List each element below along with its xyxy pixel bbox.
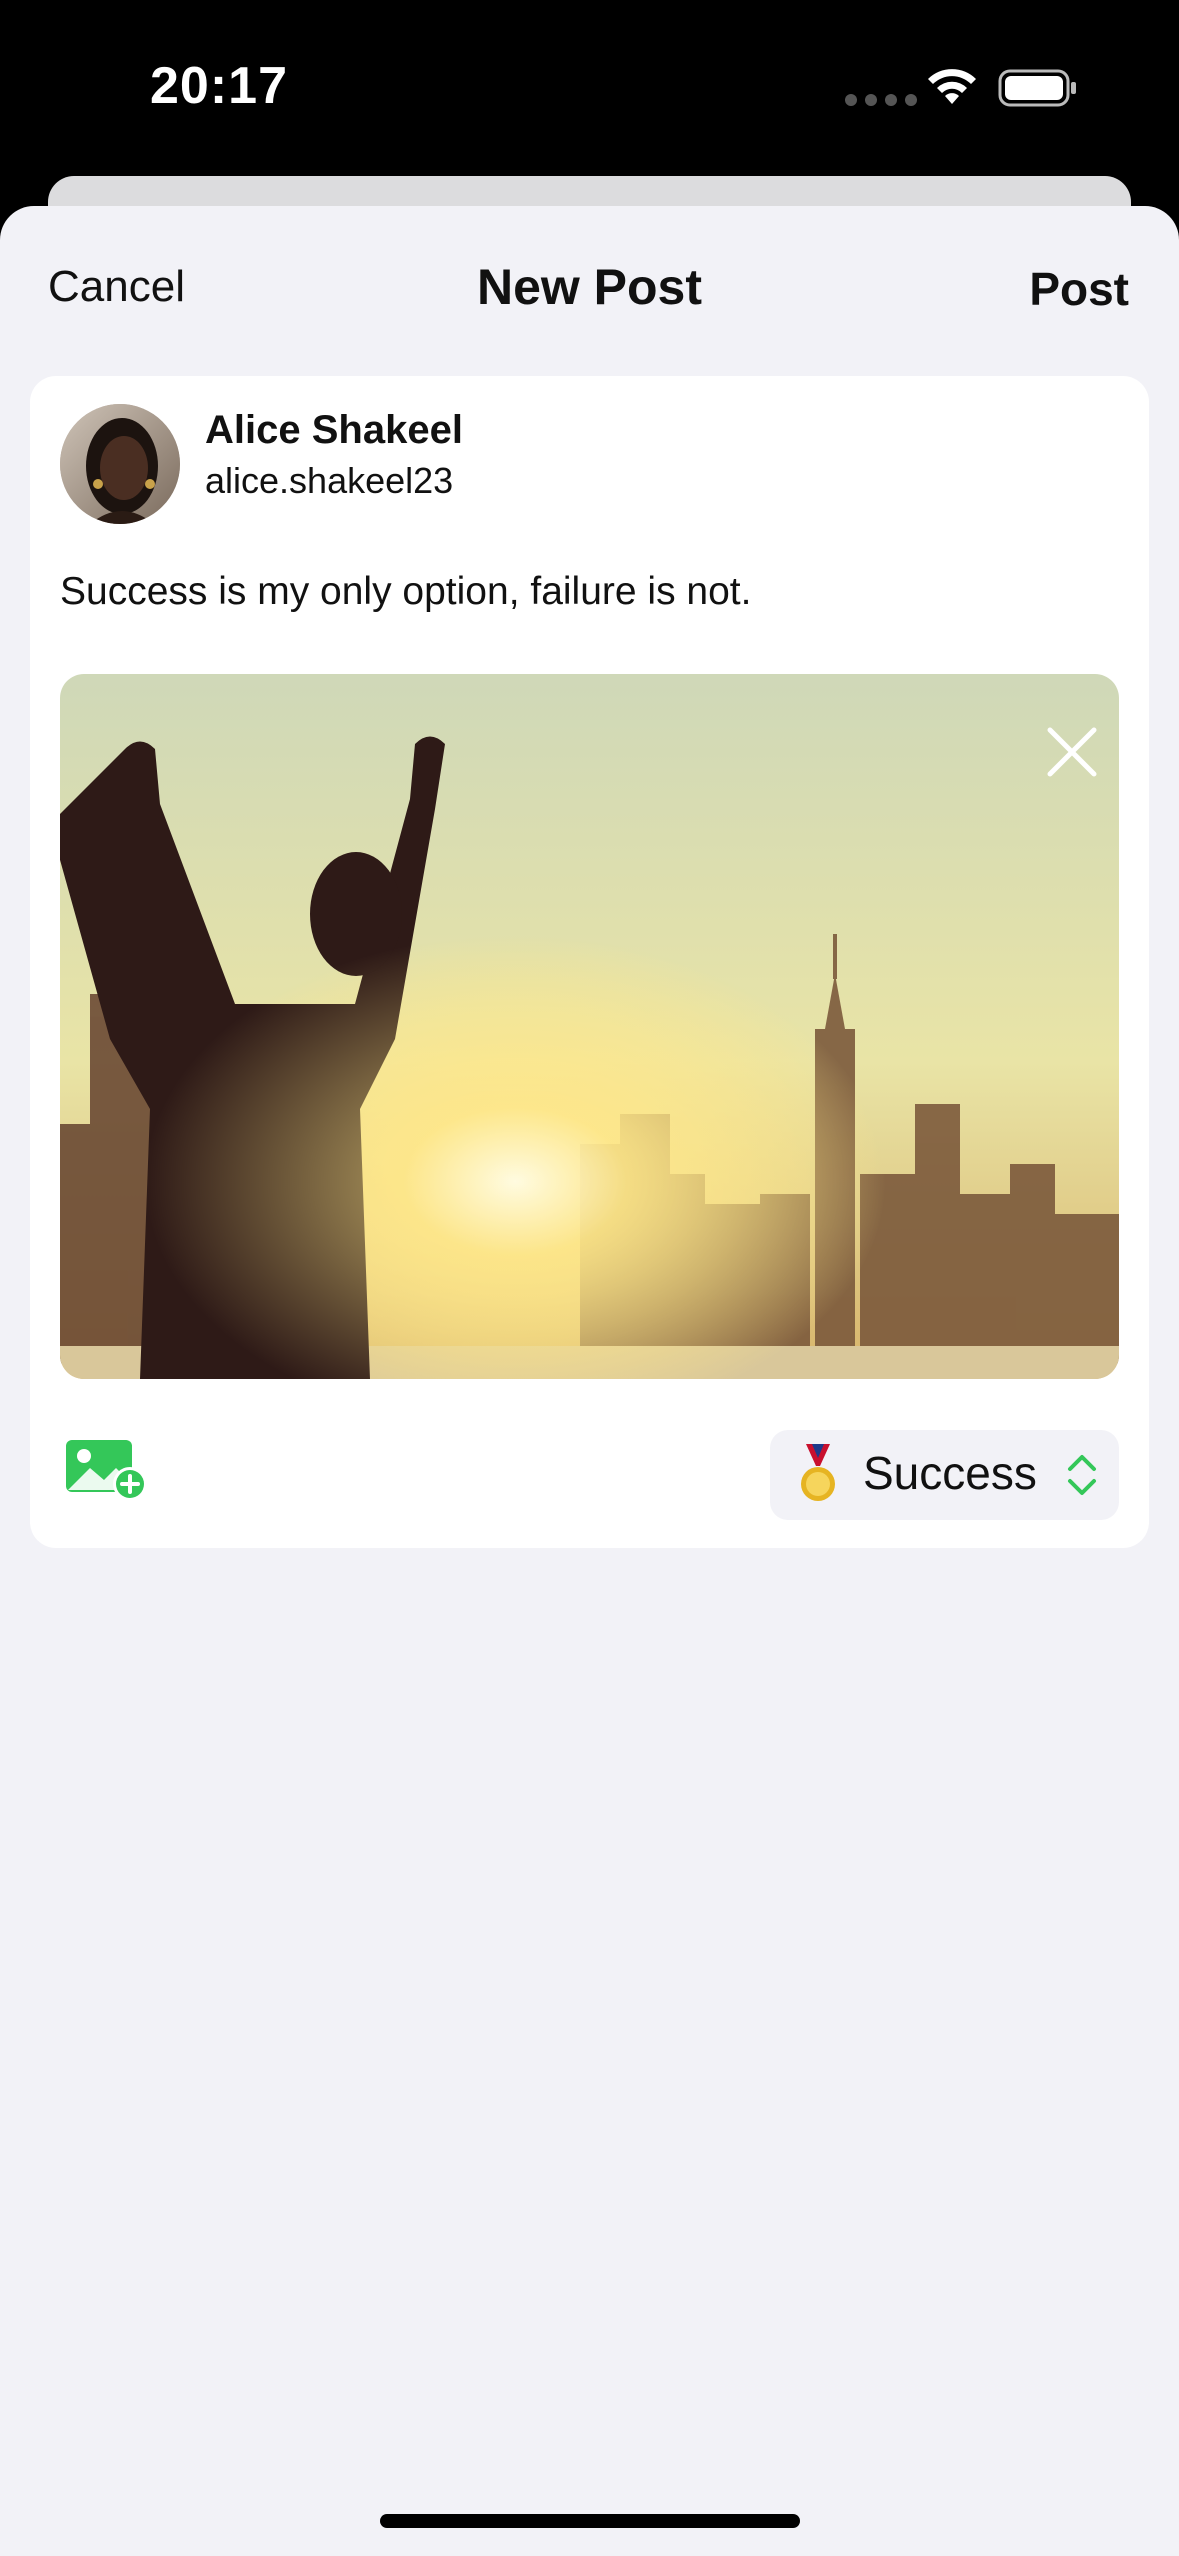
battery-icon — [998, 69, 1076, 107]
remove-photo-button[interactable] — [1044, 724, 1100, 780]
category-label: Success — [863, 1447, 1037, 1499]
add-photo-button[interactable] — [64, 1438, 150, 1502]
post-button[interactable]: Post — [1029, 262, 1129, 316]
category-picker[interactable]: Success — [770, 1430, 1119, 1520]
status-bar: 20:17 — [0, 0, 1179, 175]
status-time: 20:17 — [150, 57, 288, 115]
avatar — [60, 404, 180, 524]
post-text-input[interactable]: Success is my only option, failure is no… — [60, 570, 751, 614]
cellular-signal-icon — [845, 94, 917, 106]
user-name: Alice Shakeel — [205, 408, 463, 452]
page-title: New Post — [476, 259, 703, 315]
post-composer-card: Alice Shakeel alice.shakeel23 Success is… — [30, 376, 1149, 1548]
home-indicator — [380, 2514, 800, 2528]
wifi-icon — [928, 69, 976, 104]
medal-icon — [801, 1444, 835, 1501]
user-handle: alice.shakeel23 — [205, 460, 454, 501]
attached-photo — [60, 674, 1119, 1379]
chevron-up-down-icon — [1068, 1455, 1096, 1495]
